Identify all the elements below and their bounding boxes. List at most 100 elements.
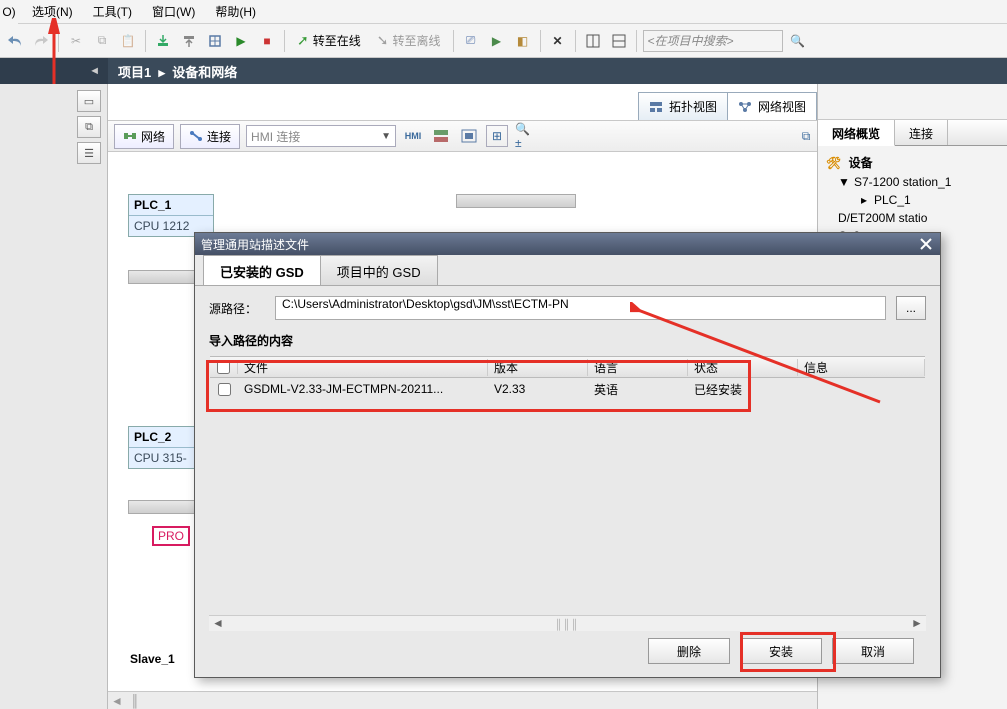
go-offline-button[interactable]: ➘ 转至离线 (371, 30, 447, 51)
tab-project-gsd[interactable]: 项目中的 GSD (320, 255, 438, 285)
tree-item[interactable]: ▸PLC_1 (822, 191, 1003, 209)
toolbar-simulate-icon[interactable]: ▶ (486, 30, 508, 52)
toolbar-redo-icon[interactable] (30, 30, 52, 52)
view-tabs-group: 拓扑视图 网络视图 (639, 92, 817, 120)
highlight-io-icon[interactable] (458, 125, 480, 147)
toolbar-trace-icon[interactable]: ⎚ (460, 30, 482, 52)
menu-options[interactable]: 选项(N) (22, 0, 83, 23)
go-online-button[interactable]: ➚ 转至在线 (291, 30, 367, 51)
address-view-icon[interactable] (430, 125, 452, 147)
search-go-icon[interactable]: 🔍 (787, 30, 809, 52)
network-button[interactable]: 网络 (114, 124, 174, 149)
toolbar-copy-icon[interactable]: ⧉ (91, 30, 113, 52)
delete-button[interactable]: 删除 (648, 638, 730, 664)
tree-item[interactable]: D/ET200M statio (822, 209, 1003, 227)
hmi-connection-dropdown[interactable]: HMI 连接 ▼ (246, 125, 396, 147)
tab-network-view[interactable]: 网络视图 (727, 92, 817, 120)
zoom-select-icon[interactable]: ⧉ (77, 116, 101, 138)
menu-window[interactable]: 窗口(W) (142, 0, 205, 23)
dialog-footer: 删除 安装 取消 (209, 631, 926, 671)
breadcrumb-separator-icon: ▸ (158, 65, 165, 80)
tab-topology-view[interactable]: 拓扑视图 (638, 92, 728, 120)
gsd-list-scrollbar[interactable]: ◄ ∥∥∥ ► (209, 615, 926, 631)
page-list-icon[interactable]: ☰ (77, 142, 101, 164)
canvas-detach-icon[interactable]: ⧉ (795, 125, 817, 147)
tab-network-overview[interactable]: 网络概览 (818, 120, 895, 146)
gsd-select-all-checkbox[interactable] (217, 361, 230, 374)
menu-help[interactable]: 帮助(H) (205, 0, 266, 23)
gsd-row-checkbox[interactable] (218, 383, 231, 396)
toolbar-separator (284, 30, 285, 52)
toolbar-separator (58, 30, 59, 52)
tab-connections[interactable]: 连接 (895, 120, 948, 145)
col-info[interactable]: 信息 (798, 359, 925, 376)
col-version[interactable]: 版本 (488, 359, 588, 376)
network-button-icon (123, 130, 137, 142)
connection-button[interactable]: 连接 (180, 124, 240, 149)
main-toolbar: ✂ ⧉ 📋 ▶ ■ ➚ 转至在线 ➘ 转至离线 ⎚ ▶ ◧ ✕ <在项目中搜索>… (0, 24, 1007, 58)
breadcrumb-bar: ◄ 项目1 ▸ 设备和网络 (0, 58, 1007, 84)
toolbar-undo-icon[interactable] (4, 30, 26, 52)
scroll-left-icon[interactable]: ◄ (108, 692, 126, 709)
toolbar-delete-icon[interactable]: ✕ (547, 30, 569, 52)
col-file[interactable]: 文件 (238, 359, 488, 376)
toolbar-compile-icon[interactable] (204, 30, 226, 52)
toolbar-paste-icon[interactable]: 📋 (117, 30, 139, 52)
toolbar-layout-icon[interactable] (608, 30, 630, 52)
device-plc1[interactable]: PLC_1 CPU 1212 (128, 194, 214, 237)
scroll-grip-icon[interactable]: ║ (126, 692, 144, 709)
zoom-tool-icon[interactable]: 🔍± (514, 125, 536, 147)
gsd-row[interactable]: GSDML-V2.33-JM-ECTMPN-20211... V2.33 英语 … (210, 378, 925, 400)
toolbar-split-icon[interactable] (582, 30, 604, 52)
connection-button-icon (189, 130, 203, 142)
col-status[interactable]: 状态 (688, 359, 798, 376)
network-sub-toolbar: 网络 连接 HMI 连接 ▼ HMI ⊞ 🔍± ⧉ (108, 120, 817, 152)
hmi-config-icon[interactable]: HMI (402, 125, 424, 147)
breadcrumb-page: 设备和网络 (172, 65, 237, 80)
browse-button[interactable]: ... (896, 296, 926, 320)
device-unknown-rail (456, 194, 576, 208)
dialog-close-button[interactable] (918, 236, 934, 252)
col-language[interactable]: 语言 (588, 359, 688, 376)
cancel-button[interactable]: 取消 (832, 638, 914, 664)
zoom-fit-icon[interactable]: ▭ (77, 90, 101, 112)
toolbar-separator (575, 30, 576, 52)
tree-station[interactable]: ▼S7-1200 station_1 (822, 173, 1003, 191)
breadcrumb-project[interactable]: 项目1 (118, 65, 151, 80)
menu-item-cutoff[interactable]: O) (0, 0, 18, 24)
network-icon (738, 101, 752, 113)
scrollbar-left-icon[interactable]: ◄ (209, 616, 227, 631)
toolbar-separator (636, 30, 637, 52)
tab-installed-gsd[interactable]: 已安装的 GSD (203, 255, 321, 285)
toolbar-download-icon[interactable] (152, 30, 174, 52)
show-grid-icon[interactable]: ⊞ (486, 125, 508, 147)
toolbar-stopplc-icon[interactable]: ■ (256, 30, 278, 52)
chevron-down-icon: ▼ (381, 131, 391, 142)
profibus-label[interactable]: PRO (152, 526, 190, 546)
toolbar-startplc-icon[interactable]: ▶ (230, 30, 252, 52)
gsd-row-language: 英语 (588, 381, 688, 398)
toolbar-upload-icon[interactable] (178, 30, 200, 52)
tree-header-device: 🛠 设备 (822, 152, 1003, 173)
dialog-body: 源路径： C:\Users\Administrator\Desktop\gsd\… (195, 285, 940, 677)
toolbar-separator (540, 30, 541, 52)
collapse-left-icon: ◄ (89, 65, 100, 77)
source-path-label: 源路径： (209, 300, 265, 317)
gsd-list-header: 文件 版本 语言 状态 信息 (210, 356, 925, 378)
source-path-input[interactable]: C:\Users\Administrator\Desktop\gsd\JM\ss… (275, 296, 886, 320)
menu-tools[interactable]: 工具(T) (83, 0, 142, 23)
global-search-input[interactable]: <在项目中搜索> (643, 30, 783, 52)
gsd-file-list: 文件 版本 语言 状态 信息 GSDML-V2.33-JM-ECTMPN-202… (209, 355, 926, 615)
toolbar-cut-icon[interactable]: ✂ (65, 30, 87, 52)
overview-tabs: 网络概览 连接 (818, 120, 1007, 146)
dialog-titlebar[interactable]: 管理通用站描述文件 (195, 233, 940, 255)
device-slave1-label[interactable]: Slave_1 (130, 652, 175, 666)
sidebar-collapse-handle[interactable]: ◄ (0, 58, 108, 84)
menu-bar: O) 选项(N) 工具(T) 窗口(W) 帮助(H) (0, 0, 1007, 24)
gsd-row-version: V2.33 (488, 382, 588, 396)
scrollbar-right-icon[interactable]: ► (908, 616, 926, 631)
import-section-title: 导入路径的内容 (209, 332, 926, 349)
install-button[interactable]: 安装 (740, 638, 822, 664)
gsd-manager-dialog: 管理通用站描述文件 已安装的 GSD 项目中的 GSD 源路径： C:\User… (194, 232, 941, 678)
toolbar-monitor-icon[interactable]: ◧ (512, 30, 534, 52)
